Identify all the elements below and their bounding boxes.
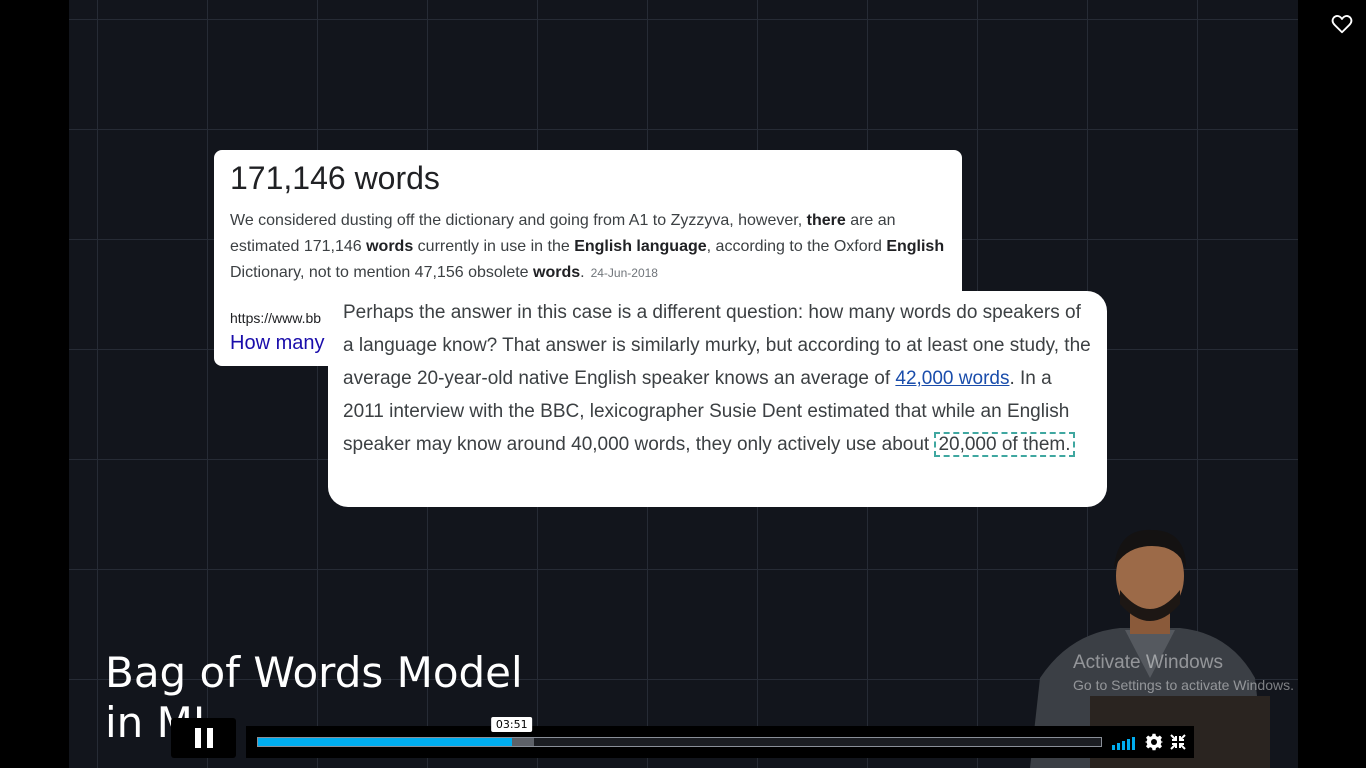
gear-icon[interactable]: [1145, 733, 1163, 751]
snippet-part: .: [580, 264, 585, 281]
snippet-part: words: [533, 264, 581, 281]
result-url: https://www.bb: [230, 310, 322, 326]
snippet-part: English language: [574, 238, 707, 255]
time-tooltip: 03:51: [490, 717, 533, 732]
windows-activation-watermark: Activate Windows Go to Settings to activ…: [1073, 652, 1294, 693]
progress-bar[interactable]: [257, 737, 1102, 747]
snippet-part: We considered dusting off the dictionary…: [230, 212, 807, 229]
watermark-subtitle: Go to Settings to activate Windows.: [1073, 677, 1294, 693]
result-link: How many: [230, 332, 325, 354]
play-pause-button[interactable]: [171, 718, 236, 758]
volume-icon[interactable]: [1112, 734, 1136, 750]
snippet-part: , according to the Oxford: [706, 238, 887, 255]
exit-fullscreen-icon[interactable]: [1170, 734, 1186, 750]
quote-link: 42,000 words: [895, 368, 1010, 389]
progress-played: [258, 738, 512, 746]
quote-highlight: 20,000 of them.: [934, 432, 1075, 457]
result-heading: 171,146 words: [230, 160, 440, 196]
snippet-text: We considered dusting off the dictionary…: [230, 212, 944, 281]
watermark-title: Activate Windows: [1073, 652, 1223, 673]
heart-icon[interactable]: [1331, 13, 1353, 35]
quote-card: Perhaps the answer in this case is a dif…: [328, 291, 1107, 507]
title-line-1: Bag of Words Model: [105, 648, 523, 697]
result-snippet: We considered dusting off the dictionary…: [230, 208, 946, 286]
snippet-part: currently in use in the: [413, 238, 575, 255]
pause-icon: [194, 728, 213, 748]
snippet-part: English: [886, 238, 945, 255]
result-date: 24-Jun-2018: [590, 266, 658, 280]
snippet-part: words: [366, 238, 414, 255]
snippet-part: Dictionary, not to mention 47,156 obsole…: [230, 264, 533, 281]
snippet-part: there: [806, 212, 846, 229]
player-controls: [246, 726, 1194, 758]
